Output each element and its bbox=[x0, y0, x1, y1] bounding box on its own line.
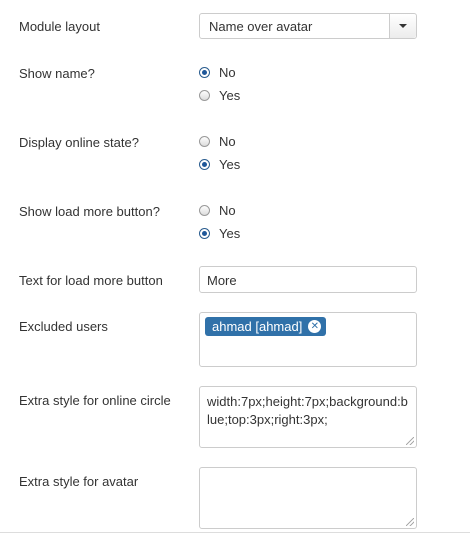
caret-down-icon bbox=[399, 24, 407, 28]
module-layout-select[interactable]: Name over avatar bbox=[199, 13, 417, 39]
remove-circle-icon[interactable]: ✕ bbox=[308, 320, 322, 333]
excluded-users-field[interactable]: ahmad [ahmad] ✕ bbox=[199, 312, 417, 367]
display-online-option-yes-label: Yes bbox=[219, 157, 241, 172]
avatar-style-label: Extra style for avatar bbox=[19, 474, 139, 489]
load-more-text-label: Text for load more button bbox=[19, 273, 163, 288]
show-load-more-option-yes-label: Yes bbox=[219, 226, 241, 241]
excluded-users-label: Excluded users bbox=[19, 319, 108, 334]
module-layout-label: Module layout bbox=[19, 19, 100, 34]
display-online-radio-no[interactable] bbox=[199, 136, 210, 147]
online-circle-style-label: Extra style for online circle bbox=[19, 393, 171, 408]
show-load-more-radio-yes[interactable] bbox=[199, 228, 210, 239]
avatar-style-textarea[interactable] bbox=[199, 467, 417, 529]
module-layout-dropdown-button[interactable] bbox=[389, 14, 416, 38]
show-load-more-label: Show load more button? bbox=[19, 204, 160, 219]
show-name-radio-yes[interactable] bbox=[199, 90, 210, 101]
show-load-more-option-no-label: No bbox=[219, 203, 236, 218]
resize-grip-icon[interactable] bbox=[406, 437, 414, 445]
load-more-text-input[interactable]: More bbox=[199, 266, 417, 293]
online-circle-style-textarea[interactable]: width:7px;height:7px;background:blue;top… bbox=[199, 386, 417, 448]
show-name-radio-no[interactable] bbox=[199, 67, 210, 78]
load-more-text-value: More bbox=[207, 273, 237, 288]
excluded-user-tag: ahmad [ahmad] ✕ bbox=[205, 317, 327, 336]
show-name-option-no-label: No bbox=[219, 65, 236, 80]
resize-grip-icon[interactable] bbox=[406, 518, 414, 526]
module-layout-selected-value: Name over avatar bbox=[209, 19, 313, 34]
display-online-radio-yes[interactable] bbox=[199, 159, 210, 170]
excluded-user-tag-label: ahmad [ahmad] bbox=[212, 319, 303, 334]
show-load-more-radio-no[interactable] bbox=[199, 205, 210, 216]
display-online-option-no-label: No bbox=[219, 134, 236, 149]
show-name-label: Show name? bbox=[19, 66, 95, 81]
display-online-state-label: Display online state? bbox=[19, 135, 139, 150]
show-name-option-yes-label: Yes bbox=[219, 88, 241, 103]
online-circle-style-value: width:7px;height:7px;background:blue;top… bbox=[207, 394, 408, 427]
section-divider bbox=[0, 532, 470, 533]
